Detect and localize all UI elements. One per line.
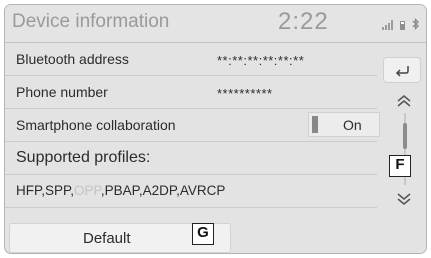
header-bar: Device information 2:22 [5,5,426,43]
battery-icon [400,21,405,30]
status-icons [382,18,420,30]
toggle-indicator [312,116,318,133]
back-button[interactable] [383,57,421,83]
bluetooth-address-value: **:**:**:**:**:** [217,53,305,68]
scrollbar-thumb[interactable] [403,123,407,149]
callout-f: F [389,155,411,177]
device-information-screen: Device information 2:22 Bluetooth addres… [4,4,427,254]
supported-profiles-value-row: HFP,SPP,OPP,PBAP,A2DP,AVRCP [5,175,377,208]
profiles-text-faded: OPP [74,183,101,198]
smartphone-collaboration-toggle[interactable]: On [308,112,380,137]
smartphone-collaboration-row[interactable]: Smartphone collaboration On [5,109,380,142]
bluetooth-icon [412,18,420,30]
scroll-up-button[interactable] [393,93,415,114]
bluetooth-address-label: Bluetooth address [16,51,129,67]
chevron-down-icon [397,193,411,205]
supported-profiles-label: Supported profiles: [16,149,151,166]
callout-g: G [192,223,214,245]
bluetooth-address-row: Bluetooth address **:**:**:**:**:** [5,43,377,76]
back-arrow-icon [395,66,409,77]
phone-number-row: Phone number ********** [5,76,377,109]
toggle-state-label: On [343,117,362,133]
smartphone-collaboration-label: Smartphone collaboration [16,117,176,133]
default-button-label: Default [83,230,131,247]
scroll-down-button[interactable] [393,191,415,212]
profiles-text-part1: HFP,SPP, [16,183,75,198]
chevron-up-icon [397,95,411,107]
signal-icon [382,20,393,30]
supported-profiles-value: HFP,SPP,OPP,PBAP,A2DP,AVRCP [16,183,225,198]
supported-profiles-row: Supported profiles: [5,142,377,175]
clock: 2:22 [278,8,329,35]
phone-number-value: ********** [217,86,273,101]
page-title: Device information [12,11,170,32]
profiles-text-part2: ,PBAP,A2DP,AVRCP [100,183,226,198]
phone-number-label: Phone number [16,84,108,100]
